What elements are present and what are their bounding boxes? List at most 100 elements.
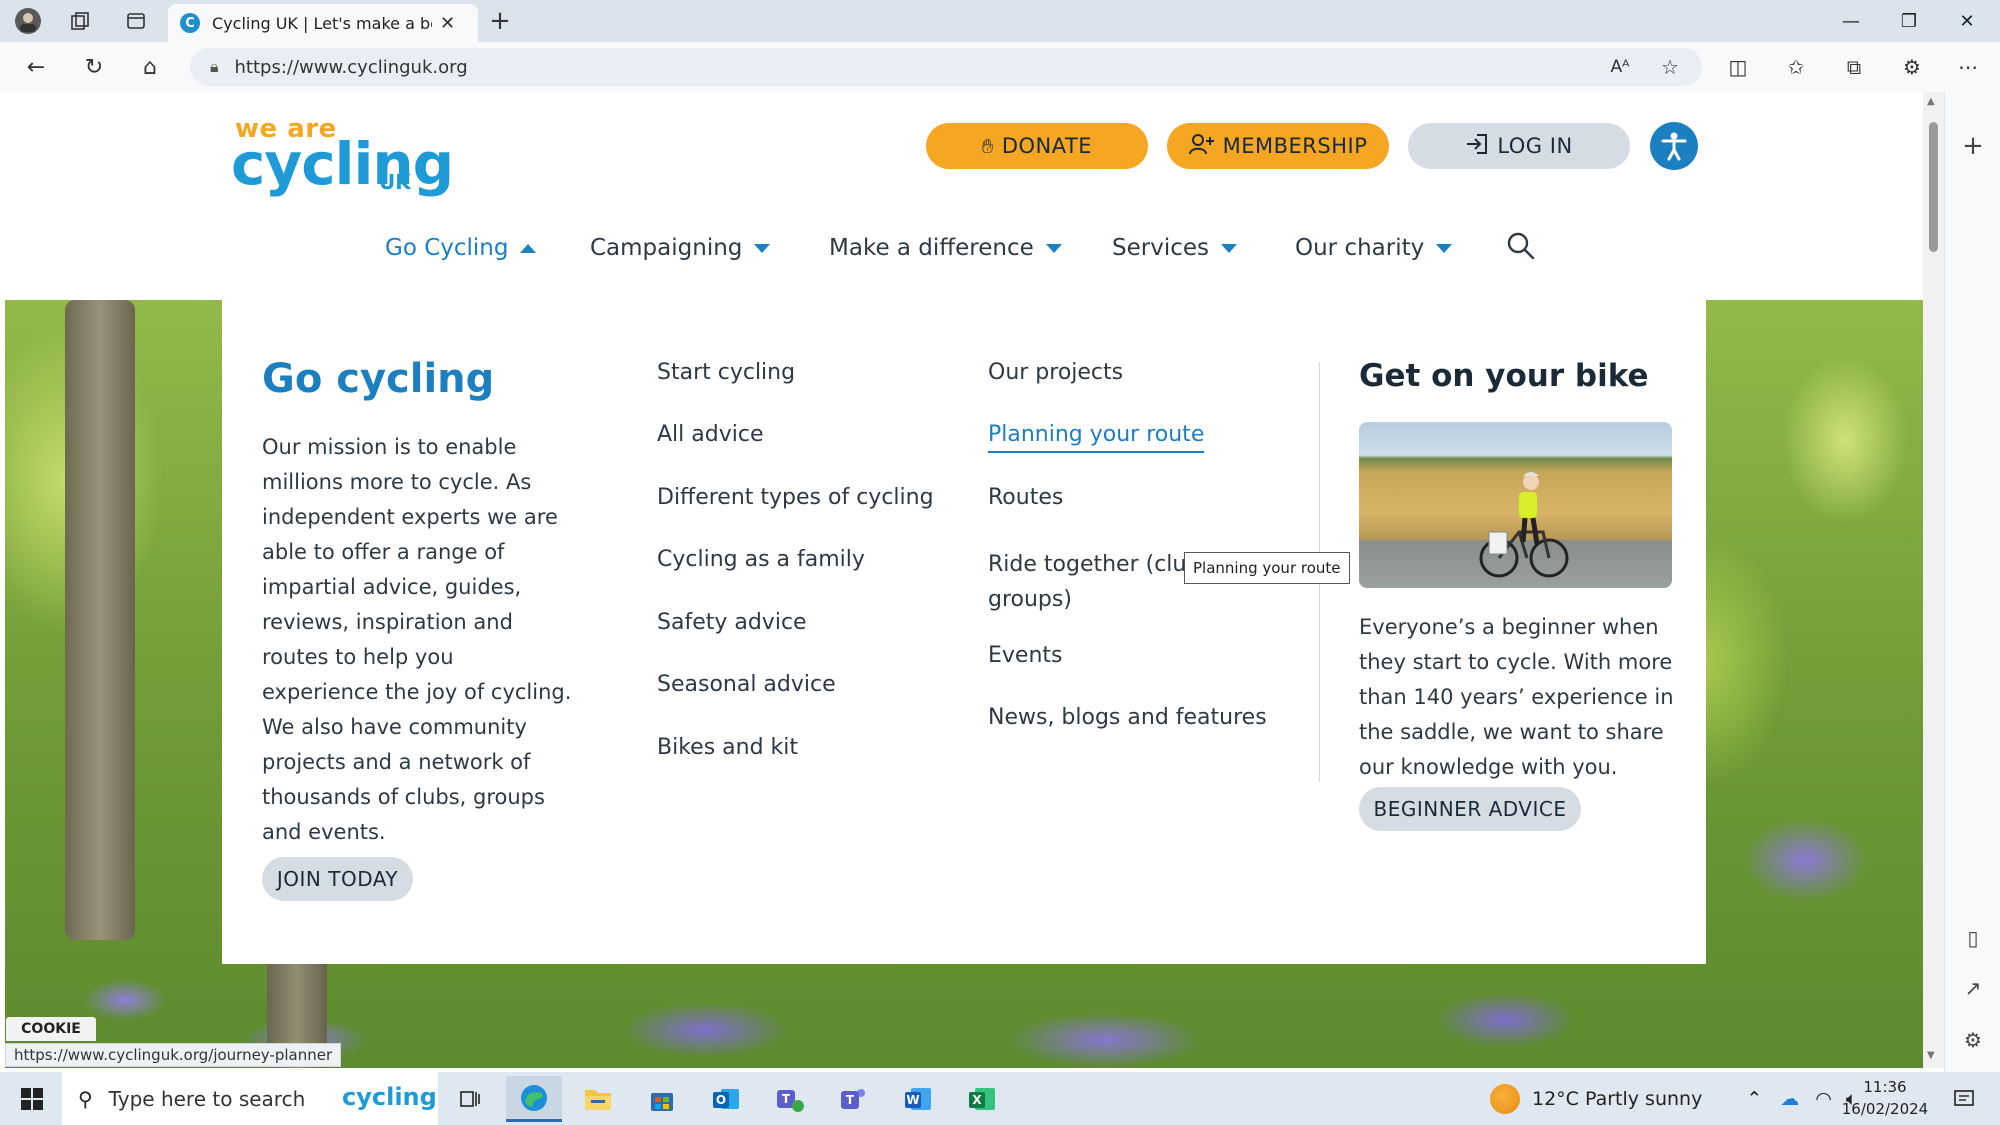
nav-label: Campaigning bbox=[590, 235, 743, 261]
web-page: we are cycling UK ✋︎ DONATE MEMBERSHIP L… bbox=[5, 92, 1923, 1068]
extensions-icon[interactable]: ⚙ bbox=[1894, 50, 1930, 84]
task-view-icon[interactable] bbox=[442, 1076, 498, 1122]
microsoft-store-icon[interactable] bbox=[634, 1076, 690, 1122]
split-screen-icon[interactable]: ◫ bbox=[1720, 50, 1756, 84]
close-tab-icon[interactable]: ✕ bbox=[440, 13, 455, 34]
browser-tab-bar: C Cycling UK | Let's make a better w ✕ +… bbox=[0, 0, 2000, 42]
accessibility-icon[interactable] bbox=[1650, 122, 1698, 170]
search-icon[interactable] bbox=[1505, 230, 1541, 266]
nav-campaigning[interactable]: Campaigning bbox=[590, 228, 771, 268]
windows-taskbar: ⚲ Type here to search cycling O T T W X … bbox=[0, 1072, 2000, 1125]
nav-label: Make a difference bbox=[829, 235, 1034, 261]
restore-icon[interactable]: ❐ bbox=[1880, 0, 1938, 42]
hide-sidebar-icon[interactable]: ▯ bbox=[1955, 920, 1991, 956]
read-aloud-icon[interactable]: Aᴬ bbox=[1602, 50, 1638, 84]
tree-trunk bbox=[65, 300, 135, 940]
refresh-icon[interactable]: ↻ bbox=[76, 50, 112, 84]
link-seasonal-advice[interactable]: Seasonal advice bbox=[657, 672, 836, 697]
link-our-projects[interactable]: Our projects bbox=[988, 360, 1123, 385]
donate-button[interactable]: ✋︎ DONATE bbox=[926, 123, 1148, 169]
promo-title: Get on your bike bbox=[1359, 358, 1649, 394]
profile-avatar-icon[interactable] bbox=[12, 6, 44, 36]
new-tab-button[interactable]: + bbox=[484, 6, 516, 36]
file-explorer-icon[interactable] bbox=[570, 1076, 626, 1122]
nav-make-a-difference[interactable]: Make a difference bbox=[829, 228, 1062, 268]
sidebar-settings-icon[interactable]: ⚙ bbox=[1955, 1022, 1991, 1058]
outlook-icon[interactable]: O bbox=[698, 1076, 754, 1122]
link-news-blogs[interactable]: News, blogs and features bbox=[988, 705, 1267, 730]
favorites-icon[interactable]: ✩ bbox=[1778, 50, 1814, 84]
cycling-uk-logo[interactable]: we are cycling UK bbox=[231, 114, 457, 198]
scroll-up-icon[interactable]: ▲ bbox=[1927, 96, 1935, 107]
excel-icon[interactable]: X bbox=[954, 1076, 1010, 1122]
tab-cycling-uk[interactable]: C Cycling UK | Let's make a better w ✕ bbox=[168, 4, 478, 42]
taskbar-search-box[interactable]: ⚲ Type here to search cycling bbox=[62, 1072, 438, 1125]
membership-button[interactable]: MEMBERSHIP bbox=[1167, 123, 1389, 169]
login-button[interactable]: LOG IN bbox=[1408, 123, 1630, 169]
link-routes[interactable]: Routes bbox=[988, 485, 1063, 510]
address-bar[interactable]: 🔒︎ https://www.cyclinguk.org bbox=[190, 48, 1702, 86]
collections-icon[interactable]: ⧉ bbox=[1836, 50, 1872, 84]
link-different-types[interactable]: Different types of cycling bbox=[657, 485, 934, 510]
nav-services[interactable]: Services bbox=[1112, 228, 1237, 268]
link-events[interactable]: Events bbox=[988, 643, 1063, 668]
promo-description: Everyone’s a beginner when they start to… bbox=[1359, 615, 1674, 779]
svg-text:W: W bbox=[906, 1093, 919, 1107]
edge-sidebar: + ▯ ↗ ⚙ bbox=[1944, 92, 2000, 1072]
workspaces-icon[interactable] bbox=[64, 6, 96, 36]
notifications-icon[interactable] bbox=[1944, 1080, 1984, 1118]
page-scrollbar[interactable]: ▲ ▼ bbox=[1923, 92, 1944, 1068]
link-safety-advice[interactable]: Safety advice bbox=[657, 610, 807, 635]
logo-uk: UK bbox=[379, 170, 411, 194]
nav-label: Services bbox=[1112, 235, 1209, 261]
nav-our-charity[interactable]: Our charity bbox=[1295, 228, 1453, 268]
back-icon[interactable]: ← bbox=[18, 50, 54, 84]
teams-chat-icon[interactable]: T bbox=[762, 1076, 818, 1122]
system-clock[interactable]: 11:36 16/02/2024 bbox=[1840, 1076, 1930, 1120]
main-navigation: Go Cycling Campaigning Make a difference… bbox=[5, 228, 1923, 268]
open-external-icon[interactable]: ↗ bbox=[1955, 970, 1991, 1006]
add-sidebar-icon[interactable]: + bbox=[1955, 128, 1991, 164]
edge-icon[interactable] bbox=[506, 1076, 562, 1122]
cyclist-on-country-road-image[interactable] bbox=[1359, 422, 1672, 588]
mega-menu-description: Our mission is to enable millions more t… bbox=[262, 435, 572, 844]
chevron-down-icon bbox=[754, 243, 771, 253]
chevron-down-icon bbox=[1221, 243, 1237, 253]
join-today-button[interactable]: JOIN TODAY bbox=[262, 857, 413, 901]
home-icon[interactable]: ⌂ bbox=[132, 50, 168, 84]
link-bikes-and-kit[interactable]: Bikes and kit bbox=[657, 735, 798, 760]
login-label: LOG IN bbox=[1497, 134, 1573, 158]
beginner-advice-button[interactable]: BEGINNER ADVICE bbox=[1359, 787, 1581, 831]
show-hidden-icons-icon[interactable]: ⌃ bbox=[1746, 1088, 1762, 1110]
word-icon[interactable]: W bbox=[890, 1076, 946, 1122]
close-window-icon[interactable]: ✕ bbox=[1938, 0, 1996, 42]
favorite-star-icon[interactable]: ☆ bbox=[1652, 50, 1688, 84]
lock-icon[interactable]: 🔒︎ bbox=[210, 57, 219, 77]
chevron-up-icon bbox=[520, 243, 537, 253]
windows-start-icon[interactable] bbox=[10, 1080, 54, 1118]
svg-text:T: T bbox=[846, 1093, 855, 1107]
more-menu-icon[interactable]: ⋯ bbox=[1950, 50, 1986, 84]
vertical-tabs-icon[interactable] bbox=[120, 6, 152, 36]
cookie-settings-tab[interactable]: COOKIE bbox=[6, 1017, 96, 1041]
scrollbar-thumb[interactable] bbox=[1929, 122, 1938, 252]
network-icon[interactable]: ◠ bbox=[1815, 1088, 1832, 1110]
onedrive-icon[interactable]: ☁ bbox=[1780, 1088, 1799, 1110]
weather-text[interactable]: 12°C Partly sunny bbox=[1532, 1088, 1702, 1110]
scroll-down-icon[interactable]: ▼ bbox=[1927, 1050, 1935, 1061]
link-start-cycling[interactable]: Start cycling bbox=[657, 360, 795, 385]
minimize-icon[interactable]: — bbox=[1822, 0, 1880, 42]
teams-icon[interactable]: T bbox=[826, 1076, 882, 1122]
link-all-advice[interactable]: All advice bbox=[657, 422, 763, 447]
search-highlight-cycling-uk-icon[interactable]: cycling bbox=[342, 1080, 437, 1116]
tab-title: Cycling UK | Let's make a better w bbox=[212, 13, 432, 33]
nav-go-cycling[interactable]: Go Cycling bbox=[385, 228, 537, 268]
partly-sunny-icon[interactable] bbox=[1490, 1083, 1520, 1114]
membership-label: MEMBERSHIP bbox=[1222, 134, 1368, 158]
link-cycling-family[interactable]: Cycling as a family bbox=[657, 547, 865, 572]
search-placeholder: Type here to search bbox=[108, 1086, 306, 1111]
donate-label: DONATE bbox=[1001, 134, 1093, 158]
add-user-icon bbox=[1188, 133, 1215, 160]
link-planning-your-route[interactable]: Planning your route bbox=[988, 422, 1205, 453]
svg-text:O: O bbox=[716, 1093, 726, 1107]
